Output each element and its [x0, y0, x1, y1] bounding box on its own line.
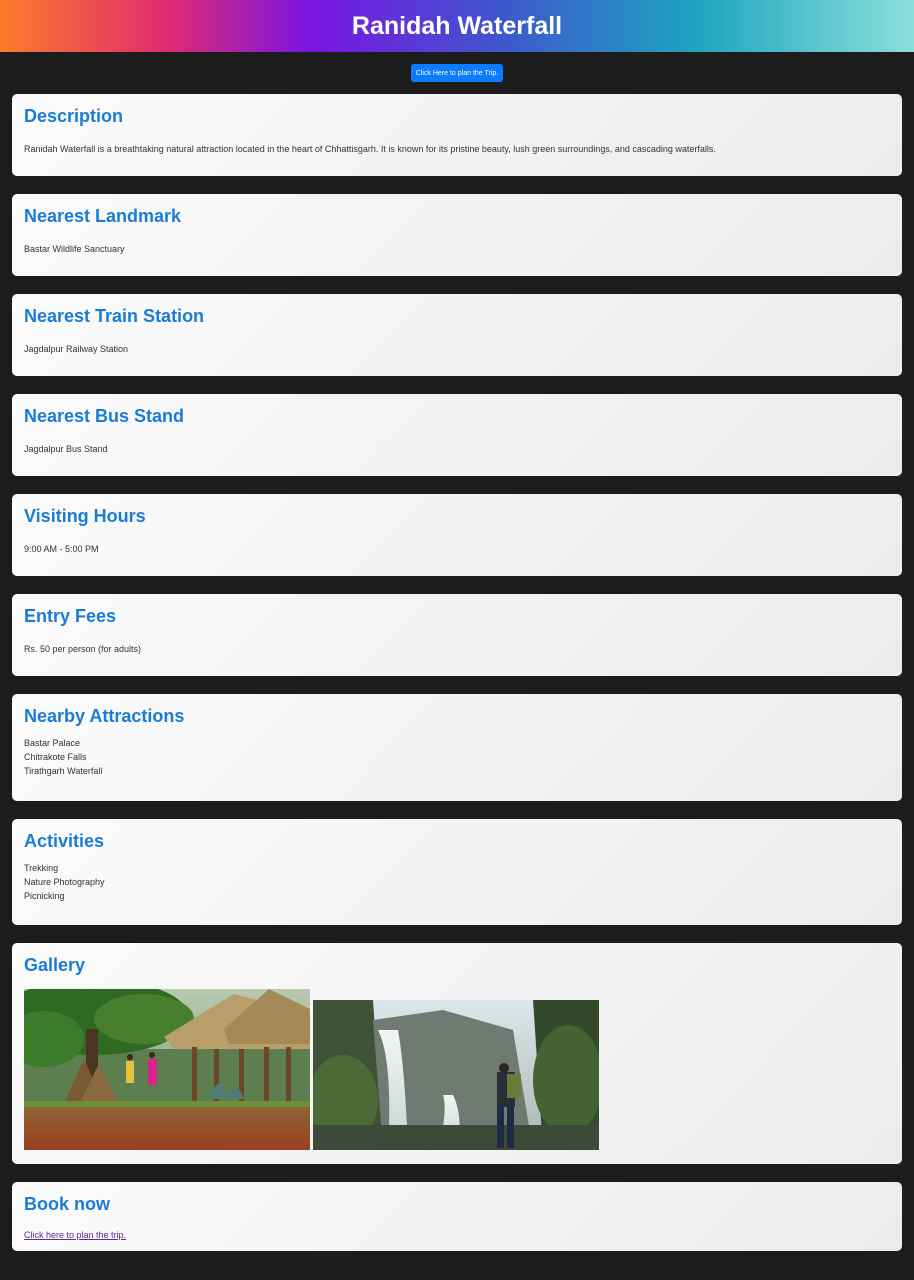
list-item: Tirathgarh Waterfall — [24, 766, 103, 776]
nearby-attractions-card: Nearby Attractions Bastar Palace Chitrak… — [12, 694, 902, 801]
visiting-hours-card: Visiting Hours 9:00 AM - 5:00 PM — [12, 494, 902, 576]
activities-list: Trekking Nature Photography Picnicking — [24, 861, 890, 903]
landmark-heading: Nearest Landmark — [24, 206, 182, 226]
bus-stand-text: Jagdalpur Bus Stand — [24, 444, 108, 454]
book-now-text: Click here to plan the trip. — [24, 1228, 890, 1242]
book-now-heading: Book now — [24, 1194, 110, 1214]
description-heading: Description — [24, 106, 124, 126]
entry-fees-heading: Entry Fees — [24, 606, 117, 626]
train-station-card: Nearest Train Station Jagdalpur Railway … — [12, 294, 902, 376]
waterfall-hiker-image — [313, 1000, 599, 1150]
plan-trip-link[interactable]: Click here to plan the trip. — [24, 1230, 126, 1240]
bus-stand-card: Nearest Bus Stand Jagdalpur Bus Stand — [12, 394, 902, 476]
list-item: Trekking — [24, 863, 59, 873]
visiting-hours-heading: Visiting Hours — [24, 506, 146, 526]
description-text: Ranidah Waterfall is a breathtaking natu… — [24, 144, 716, 154]
plan-trip-bar: Click Here to plan the Trip. — [0, 52, 914, 94]
village-huts-image — [24, 989, 310, 1150]
activities-heading: Activities — [24, 831, 105, 851]
page-header: Ranidah Waterfall — [0, 0, 914, 52]
book-now-card: Book now Click here to plan the trip. — [12, 1182, 902, 1251]
list-item: Picnicking — [24, 891, 65, 901]
list-item: Chitrakote Falls — [24, 752, 87, 762]
gallery-card: Gallery — [12, 943, 902, 1164]
entry-fees-text: Rs. 50 per person (for adults) — [24, 644, 142, 654]
landmark-card: Nearest Landmark Bastar Wildlife Sanctua… — [12, 194, 902, 276]
train-station-text: Jagdalpur Railway Station — [24, 344, 129, 354]
bus-stand-heading: Nearest Bus Stand — [24, 406, 185, 426]
gallery-heading: Gallery — [24, 955, 86, 975]
list-item: Bastar Palace — [24, 738, 81, 748]
description-card: Description Ranidah Waterfall is a breat… — [12, 94, 902, 176]
list-item: Nature Photography — [24, 877, 105, 887]
nearby-attractions-heading: Nearby Attractions — [24, 706, 185, 726]
entry-fees-card: Entry Fees Rs. 50 per person (for adults… — [12, 594, 902, 676]
landmark-text: Bastar Wildlife Sanctuary — [24, 244, 125, 254]
visiting-hours-text: 9:00 AM - 5:00 PM — [24, 544, 99, 554]
attractions-list: Bastar Palace Chitrakote Falls Tirathgar… — [24, 736, 890, 778]
page-title: Ranidah Waterfall — [351, 11, 563, 40]
plan-trip-button[interactable]: Click Here to plan the Trip. — [410, 64, 504, 82]
train-station-heading: Nearest Train Station — [24, 306, 205, 326]
activities-card: Activities Trekking Nature Photography P… — [12, 819, 902, 925]
gallery-images — [24, 989, 890, 1150]
